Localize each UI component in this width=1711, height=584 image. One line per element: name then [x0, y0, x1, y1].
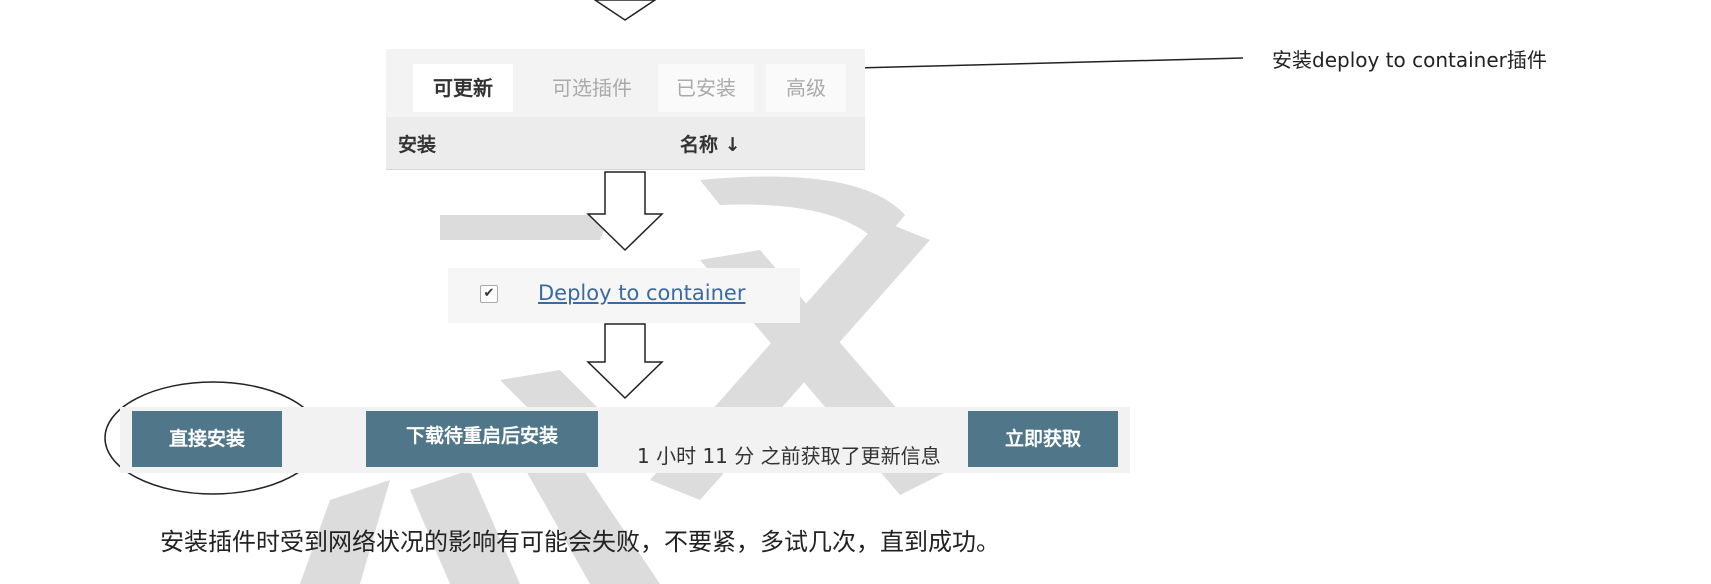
flow-arrow-1	[593, 0, 657, 21]
tab-available-plugins[interactable]: 可选插件	[527, 64, 657, 112]
last-fetch-info: 1 小时 11 分 之前获取了更新信息	[637, 444, 941, 468]
plugin-row: ✔ Deploy to container	[448, 268, 800, 323]
name-column-header[interactable]: 名称 ↓	[680, 130, 741, 157]
tab-installed[interactable]: 已安装	[658, 64, 754, 112]
tab-advanced[interactable]: 高级	[766, 64, 846, 112]
tab-updates[interactable]: 可更新	[413, 64, 513, 112]
plugin-manager-tabs: 可更新 可选插件 已安装 高级	[386, 49, 865, 119]
install-column-header[interactable]: 安装	[398, 130, 436, 157]
note-text: 安装插件时受到网络状况的影响有可能会失败，不要紧，多试几次，直到成功。	[160, 528, 1000, 556]
plugin-checkbox[interactable]: ✔	[480, 285, 498, 303]
install-now-button[interactable]: 直接安装	[132, 411, 282, 467]
download-restart-install-button[interactable]: 下载待重启后安装	[366, 411, 598, 467]
table-header: 安装 名称 ↓	[386, 117, 865, 170]
flow-arrow-3	[586, 323, 664, 400]
fetch-now-button[interactable]: 立即获取	[968, 411, 1118, 467]
plugin-name-link[interactable]: Deploy to container	[538, 281, 745, 305]
annotation-label: 安装deploy to container插件	[1272, 48, 1547, 72]
